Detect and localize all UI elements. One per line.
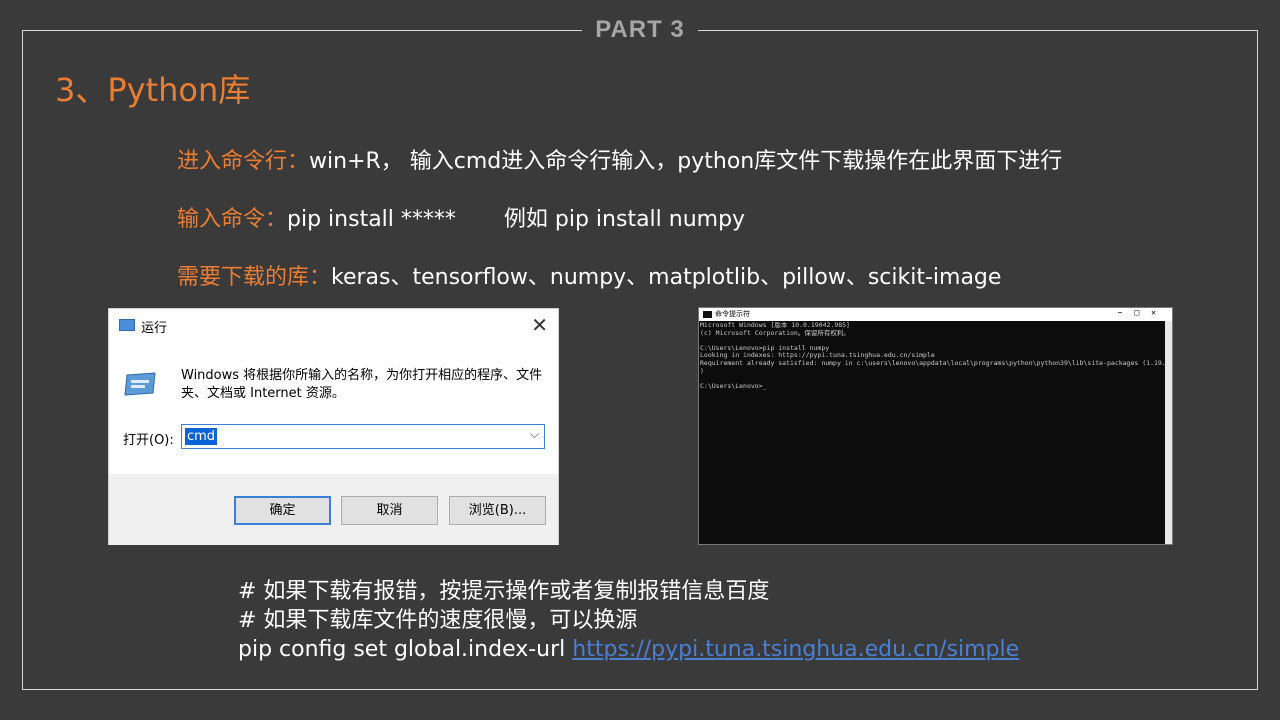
cmd-titlebar: 命令提示符 −□✕ [699, 308, 1172, 321]
run-dialog-title: 运行 [141, 321, 168, 336]
cmd-icon [703, 311, 712, 318]
run-app-icon [124, 372, 156, 396]
instruction-text: win+R， 输入cmd进入命令行输入，python库文件下载操作在此界面下进行 [309, 149, 1063, 174]
run-icon [119, 319, 135, 331]
instruction-line-1: 进入命令行：win+R， 输入cmd进入命令行输入，python库文件下载操作在… [177, 143, 1062, 175]
instruction-text: keras、tensorflow、numpy、matplotlib、pillow… [331, 265, 1002, 290]
notes: # 如果下载有报错，按提示操作或者复制报错信息百度 # 如果下载库文件的速度很慢… [238, 577, 1019, 664]
close-icon[interactable]: ✕ [531, 313, 548, 337]
pip-config-command: pip config set global.index-url [238, 637, 573, 662]
note-line: # 如果下载库文件的速度很慢，可以换源 [238, 608, 638, 633]
cmd-output-line: Requirement already satisfied: numpy in … [700, 358, 1165, 367]
cmd-window: 命令提示符 −□✕ Microsoft Windows [版本 10.0.190… [698, 307, 1173, 545]
run-message: Windows 将根据你所输入的名称，为你打开相应的程序、文件夹、文档或 Int… [181, 368, 543, 401]
ok-button[interactable]: 确定 [234, 496, 331, 525]
cmd-output-line: C:\Users\Lenovo>_ [700, 381, 767, 390]
section-title: 3、Python库 [55, 71, 251, 109]
instruction-key: 需要下载的库： [177, 265, 332, 290]
pip-config-line: pip config set global.index-url https://… [238, 635, 1019, 664]
run-titlebar: 运行 ✕ [109, 309, 558, 341]
instruction-key: 输入命令： [177, 207, 288, 232]
scrollbar[interactable] [1165, 321, 1172, 544]
window-controls[interactable]: −□✕ [1118, 308, 1168, 317]
part-label: PART 3 [582, 14, 698, 46]
cmd-output-line: (c) Microsoft Corporation。保留所有权利。 [700, 328, 850, 337]
open-label: 打开(O): [123, 433, 174, 448]
instruction-line-2: 输入命令：pip install ***** 例如 pip install num… [177, 201, 745, 233]
open-input-value: cmd [185, 428, 218, 445]
note-line: # 如果下载有报错，按提示操作或者复制报错信息百度 [238, 579, 770, 604]
run-footer: 确定 取消 浏览(B)... [109, 474, 558, 545]
cmd-output-line [700, 375, 1165, 383]
cmd-title: 命令提示符 [715, 310, 750, 318]
instruction-key: 进入命令行： [177, 149, 310, 174]
instruction-example: 例如 pip install numpy [503, 207, 746, 232]
open-input[interactable]: cmd ⌵ [181, 424, 545, 449]
cmd-output-line: ) [700, 366, 704, 375]
mirror-link[interactable]: https://pypi.tuna.tsinghua.edu.cn/simple [572, 637, 1019, 662]
chevron-down-icon[interactable]: ⌵ [530, 427, 539, 442]
run-dialog: 运行 ✕ Windows 将根据你所输入的名称，为你打开相应的程序、文件夹、文档… [108, 308, 559, 545]
browse-button[interactable]: 浏览(B)... [449, 496, 546, 525]
instruction-line-3: 需要下载的库：keras、tensorflow、numpy、matplotlib… [177, 259, 1001, 291]
cmd-output[interactable]: Microsoft Windows [版本 10.0.19042.985] (c)… [700, 322, 1165, 542]
instruction-text: pip install ***** [287, 207, 456, 232]
cancel-button[interactable]: 取消 [341, 496, 438, 525]
